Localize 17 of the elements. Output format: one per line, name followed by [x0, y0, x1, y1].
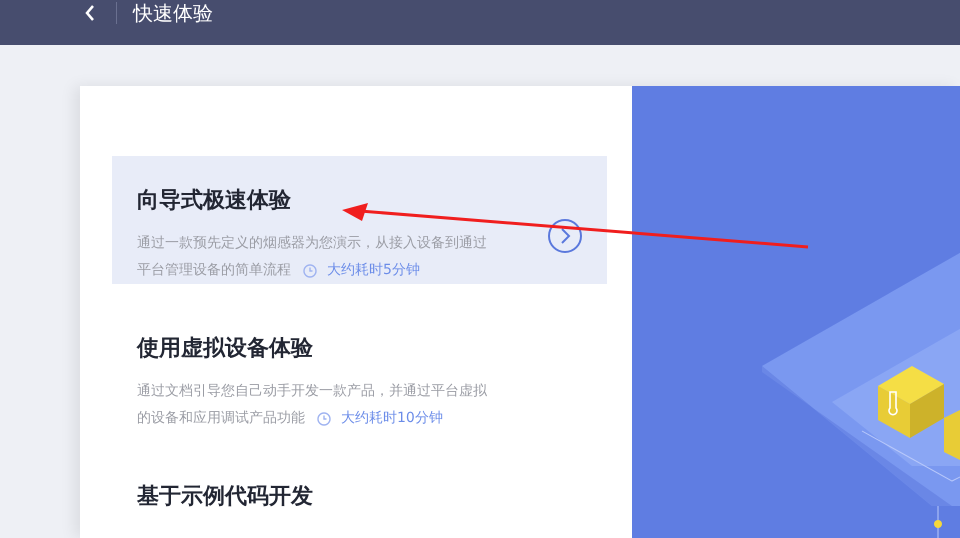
experience-title: 向导式极速体验 — [137, 187, 292, 215]
description-line: 通过文档引导您自己动手开发一款产品，并通过平台虚拟 — [137, 382, 487, 401]
page-title: 快速体验 — [133, 0, 213, 26]
experience-card[interactable]: 使用虚拟设备体验 通过文档引导您自己动手开发一款产品，并通过平台虚拟 的设备和应用调试产品功能 大约耗时10分钟 — [112, 284, 607, 432]
experience-card[interactable]: 基于示例代码开发 — [112, 432, 607, 538]
duration-text: 大约耗时10分钟 — [341, 409, 443, 428]
duration-text: 大约耗时5分钟 — [327, 261, 420, 280]
clock-icon — [303, 264, 317, 278]
experience-title: 基于示例代码开发 — [137, 483, 314, 511]
experience-card-highlighted[interactable]: 向导式极速体验 通过一款预先定义的烟感器为您演示，从接入设备到通过 平台管理设备的简单流程 大约耗时5分钟 — [112, 156, 607, 284]
description-line: 平台管理设备的简单流程 — [137, 261, 291, 280]
arrow-circle-icon[interactable] — [547, 218, 583, 254]
experience-title: 使用虚拟设备体验 — [137, 335, 314, 363]
description-line: 的设备和应用调试产品功能 — [137, 409, 305, 428]
description-line: 通过一款预先定义的烟感器为您演示，从接入设备到通过 — [137, 234, 487, 253]
back-icon — [84, 4, 96, 22]
clock-icon — [317, 412, 331, 426]
